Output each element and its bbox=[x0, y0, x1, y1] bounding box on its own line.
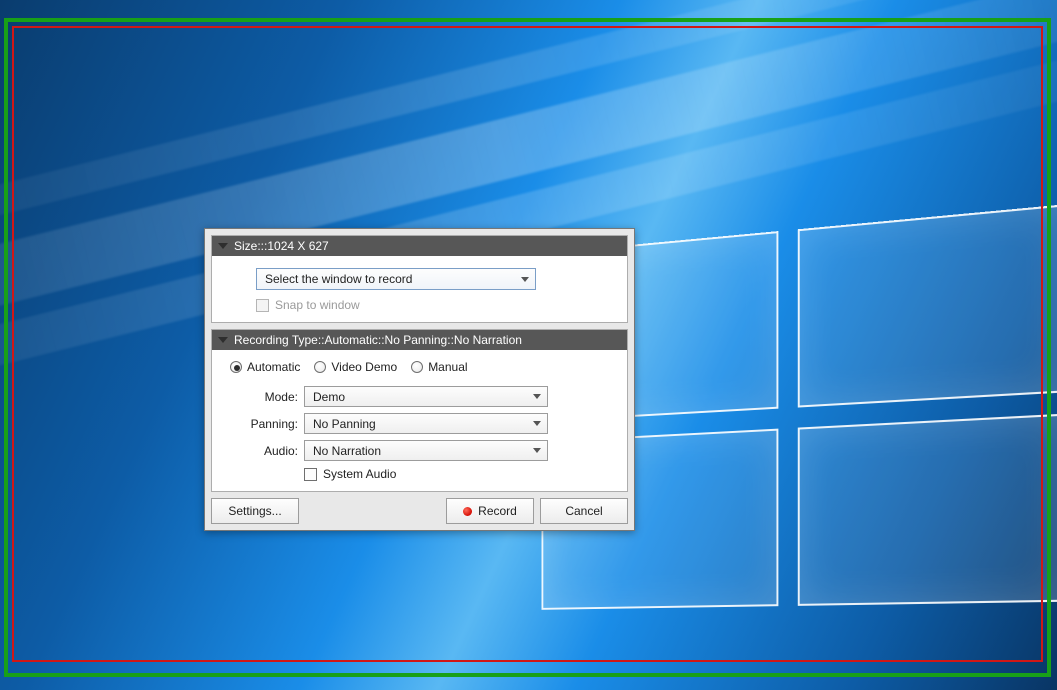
radio-label: Automatic bbox=[247, 360, 300, 374]
recording-config-dialog: Size:::1024 X 627 Select the window to r… bbox=[204, 228, 635, 531]
collapse-icon bbox=[218, 243, 228, 249]
recording-type-radio-group: Automatic Video Demo Manual bbox=[230, 360, 613, 374]
chevron-down-icon bbox=[521, 277, 529, 282]
chevron-down-icon bbox=[533, 448, 541, 453]
radio-icon bbox=[230, 361, 242, 373]
system-audio-checkbox[interactable] bbox=[304, 468, 317, 481]
system-audio-label: System Audio bbox=[323, 467, 396, 481]
chevron-down-icon bbox=[533, 421, 541, 426]
record-icon bbox=[463, 507, 472, 516]
radio-label: Video Demo bbox=[331, 360, 397, 374]
panning-value: No Panning bbox=[313, 417, 376, 431]
collapse-icon bbox=[218, 337, 228, 343]
recording-type-manual-radio[interactable]: Manual bbox=[411, 360, 467, 374]
cancel-button-label: Cancel bbox=[565, 504, 602, 518]
audio-value: No Narration bbox=[313, 444, 381, 458]
snap-to-window-checkbox bbox=[256, 299, 269, 312]
recording-type-header-text: Recording Type::Automatic::No Panning::N… bbox=[234, 333, 522, 347]
desktop-background: Size:::1024 X 627 Select the window to r… bbox=[0, 0, 1057, 690]
audio-label: Audio: bbox=[226, 444, 304, 458]
window-select-dropdown[interactable]: Select the window to record bbox=[256, 268, 536, 290]
radio-icon bbox=[314, 361, 326, 373]
recording-type-section: Recording Type::Automatic::No Panning::N… bbox=[211, 329, 628, 492]
radio-label: Manual bbox=[428, 360, 467, 374]
record-button-label: Record bbox=[478, 504, 517, 518]
size-header-text: Size:::1024 X 627 bbox=[234, 239, 329, 253]
mode-label: Mode: bbox=[226, 390, 304, 404]
mode-dropdown[interactable]: Demo bbox=[304, 386, 548, 407]
size-section: Size:::1024 X 627 Select the window to r… bbox=[211, 235, 628, 323]
panning-dropdown[interactable]: No Panning bbox=[304, 413, 548, 434]
settings-button[interactable]: Settings... bbox=[211, 498, 299, 524]
snap-to-window-label: Snap to window bbox=[275, 298, 360, 312]
snap-to-window-row: Snap to window bbox=[256, 298, 613, 312]
dialog-button-row: Settings... Record Cancel bbox=[211, 498, 628, 524]
chevron-down-icon bbox=[533, 394, 541, 399]
window-select-value: Select the window to record bbox=[265, 272, 412, 286]
size-section-header[interactable]: Size:::1024 X 627 bbox=[212, 236, 627, 256]
mode-value: Demo bbox=[313, 390, 345, 404]
audio-dropdown[interactable]: No Narration bbox=[304, 440, 548, 461]
recording-type-automatic-radio[interactable]: Automatic bbox=[230, 360, 300, 374]
radio-icon bbox=[411, 361, 423, 373]
cancel-button[interactable]: Cancel bbox=[540, 498, 628, 524]
settings-button-label: Settings... bbox=[228, 504, 281, 518]
recording-type-header[interactable]: Recording Type::Automatic::No Panning::N… bbox=[212, 330, 627, 350]
panning-label: Panning: bbox=[226, 417, 304, 431]
record-button[interactable]: Record bbox=[446, 498, 534, 524]
recording-type-video-demo-radio[interactable]: Video Demo bbox=[314, 360, 397, 374]
